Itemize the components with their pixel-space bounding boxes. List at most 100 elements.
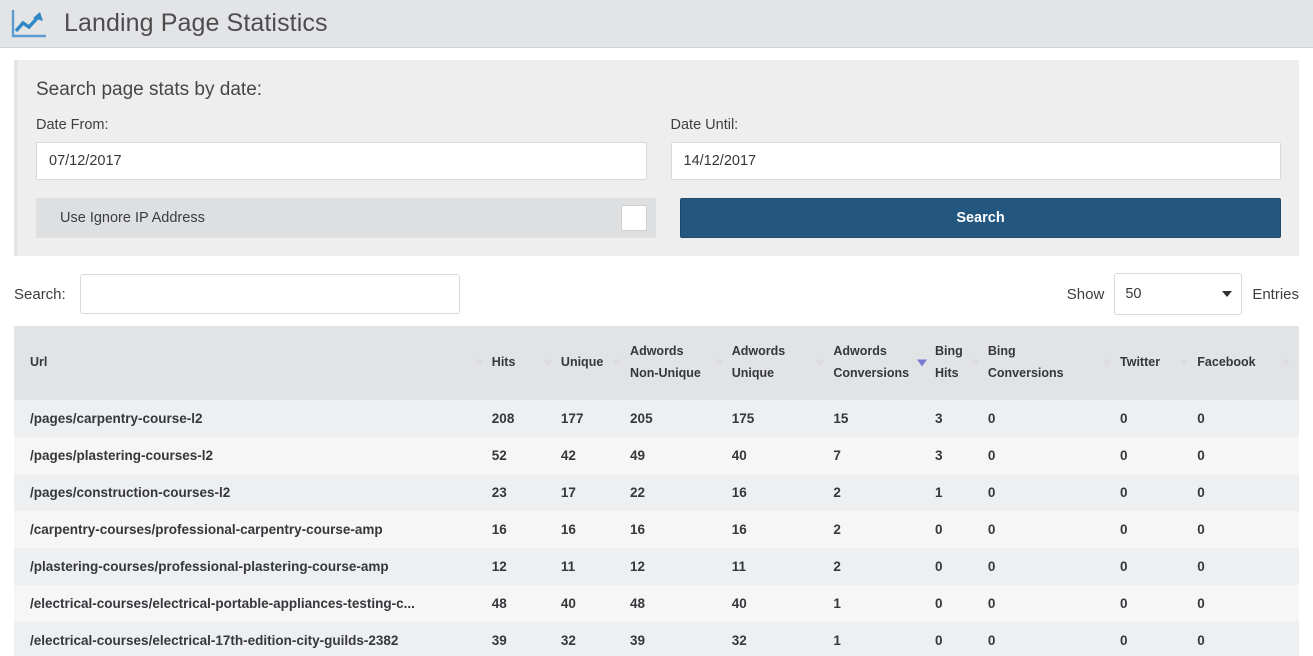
- cell-bing-conversions: 0: [987, 400, 1121, 437]
- column-header-label: Url: [30, 355, 48, 370]
- cell-twitter: 0: [1120, 622, 1198, 656]
- cell-bing-conversions: 0: [987, 511, 1121, 548]
- cell-adwords-unique: 11: [731, 548, 834, 585]
- table-filter-bar: Search: Show 50 Entries: [14, 272, 1299, 316]
- line-chart-icon: [11, 9, 46, 37]
- column-header-label: Hits: [491, 355, 516, 370]
- landing-page-stats-table: Url Hits Unique Adwords Non-Unique Adwords Uni…: [14, 326, 1299, 656]
- cell-adwords-non-unique: 205: [630, 400, 732, 437]
- table-row[interactable]: /pages/plastering-courses-l2 52 42 49 40 7 3 0 0…: [14, 437, 1299, 474]
- cell-url: /electrical-courses/electrical-portable-…: [14, 585, 492, 622]
- sort-icon[interactable]: [612, 359, 623, 367]
- app-header: Landing Page Statistics: [0, 0, 1313, 48]
- table-body: /pages/carpentry-course-l2 208 177 205 175 15…: [14, 400, 1299, 656]
- search-button[interactable]: Search: [680, 198, 1281, 238]
- sort-icon[interactable]: [1102, 359, 1113, 367]
- cell-adwords-conversions: 7: [833, 437, 936, 474]
- cell-unique: 16: [560, 511, 631, 548]
- cell-twitter: 0: [1120, 548, 1198, 585]
- column-header-adwords-unique[interactable]: Adwords Unique: [731, 326, 834, 400]
- entries-select-value: 50: [1125, 286, 1142, 302]
- column-header-bing-conversions[interactable]: Bing Conversions: [987, 326, 1121, 400]
- panel-action-row: Use Ignore IP Address Search: [36, 198, 1281, 238]
- cell-adwords-non-unique: 48: [630, 585, 732, 622]
- entries-label: Entries: [1252, 285, 1299, 303]
- sort-icon[interactable]: [815, 359, 826, 367]
- cell-facebook: 0: [1197, 400, 1299, 437]
- cell-hits: 39: [491, 622, 561, 656]
- cell-adwords-conversions: 1: [833, 622, 936, 656]
- column-header-url[interactable]: Url: [14, 326, 492, 400]
- sort-icon[interactable]: [713, 359, 724, 367]
- date-fields-row: Date From: 07/12/2017 Date Until: 14/12/…: [36, 117, 1281, 180]
- table-row[interactable]: /electrical-courses/electrical-portable-…: [14, 585, 1299, 622]
- cell-bing-hits: 3: [935, 400, 988, 437]
- table-row[interactable]: /carpentry-courses/professional-carpentr…: [14, 511, 1299, 548]
- cell-unique: 40: [560, 585, 631, 622]
- cell-bing-hits: 3: [935, 437, 988, 474]
- entries-group: Show 50 Entries: [1067, 273, 1299, 315]
- cell-adwords-non-unique: 49: [630, 437, 732, 474]
- cell-facebook: 0: [1197, 437, 1299, 474]
- column-header-adwords-non-unique[interactable]: Adwords Non-Unique: [630, 326, 732, 400]
- table-row[interactable]: /pages/construction-courses-l2 23 17 22 16 2 1…: [14, 474, 1299, 511]
- ignore-ip-toggle-group[interactable]: Use Ignore IP Address: [36, 198, 656, 238]
- cell-url: /plastering-courses/professional-plaster…: [14, 548, 492, 585]
- cell-unique: 32: [560, 622, 631, 656]
- cell-bing-conversions: 0: [987, 585, 1121, 622]
- date-until-group: Date Until: 14/12/2017: [670, 117, 1281, 180]
- cell-adwords-conversions: 15: [833, 400, 936, 437]
- column-header-hits[interactable]: Hits: [491, 326, 561, 400]
- cell-adwords-conversions: 2: [833, 474, 936, 511]
- cell-url: /carpentry-courses/professional-carpentr…: [14, 511, 492, 548]
- sort-icon[interactable]: [969, 359, 980, 367]
- page-title: Landing Page Statistics: [64, 9, 328, 37]
- sort-icon[interactable]: [473, 359, 484, 367]
- sort-descending-icon-active[interactable]: [917, 359, 928, 367]
- column-header-label: Twitter: [1120, 355, 1161, 370]
- table-search-input[interactable]: [79, 274, 460, 314]
- cell-twitter: 0: [1120, 400, 1198, 437]
- date-until-input[interactable]: 14/12/2017: [670, 142, 1281, 180]
- sort-icon[interactable]: [1179, 359, 1190, 367]
- cell-hits: 208: [491, 400, 561, 437]
- cell-adwords-conversions: 2: [833, 511, 936, 548]
- column-header-label: Adwords Non-Unique: [630, 344, 701, 380]
- column-header-twitter[interactable]: Twitter: [1120, 326, 1198, 400]
- cell-unique: 11: [560, 548, 631, 585]
- cell-facebook: 0: [1197, 511, 1299, 548]
- column-header-label: Facebook: [1197, 355, 1256, 370]
- cell-url: /pages/carpentry-course-l2: [14, 400, 492, 437]
- cell-adwords-unique: 16: [731, 474, 834, 511]
- table-row[interactable]: /plastering-courses/professional-plaster…: [14, 548, 1299, 585]
- date-panel-title: Search page stats by date:: [36, 79, 263, 100]
- column-header-label: Bing Hits: [935, 344, 963, 380]
- cell-twitter: 0: [1120, 511, 1198, 548]
- ignore-ip-checkbox[interactable]: [621, 205, 647, 231]
- cell-adwords-non-unique: 39: [630, 622, 732, 656]
- column-header-bing-hits[interactable]: Bing Hits: [935, 326, 988, 400]
- column-header-adwords-conversions[interactable]: Adwords Conversions: [833, 326, 936, 400]
- table-header: Url Hits Unique Adwords Non-Unique Adwords Uni…: [14, 326, 1299, 400]
- cell-hits: 52: [491, 437, 561, 474]
- cell-adwords-conversions: 2: [833, 548, 936, 585]
- cell-adwords-unique: 175: [731, 400, 834, 437]
- column-header-unique[interactable]: Unique: [560, 326, 631, 400]
- column-header-label: Bing Conversions: [987, 344, 1064, 380]
- entries-select[interactable]: 50: [1114, 273, 1243, 315]
- cell-adwords-conversions: 1: [833, 585, 936, 622]
- ignore-ip-label: Use Ignore IP Address: [60, 210, 205, 226]
- date-from-input[interactable]: 07/12/2017: [36, 142, 647, 180]
- cell-facebook: 0: [1197, 622, 1299, 656]
- cell-url: /pages/plastering-courses-l2: [14, 437, 492, 474]
- sort-icon[interactable]: [1281, 359, 1291, 367]
- column-header-facebook[interactable]: Facebook: [1197, 326, 1299, 400]
- sort-icon[interactable]: [542, 359, 553, 367]
- table-row[interactable]: /electrical-courses/electrical-17th-edit…: [14, 622, 1299, 656]
- column-header-label: Adwords Conversions: [833, 344, 910, 380]
- table-row[interactable]: /pages/carpentry-course-l2 208 177 205 175 15…: [14, 400, 1299, 437]
- cell-unique: 42: [560, 437, 631, 474]
- show-label: Show: [1066, 285, 1105, 303]
- cell-bing-hits: 0: [935, 622, 988, 656]
- cell-bing-hits: 1: [935, 474, 988, 511]
